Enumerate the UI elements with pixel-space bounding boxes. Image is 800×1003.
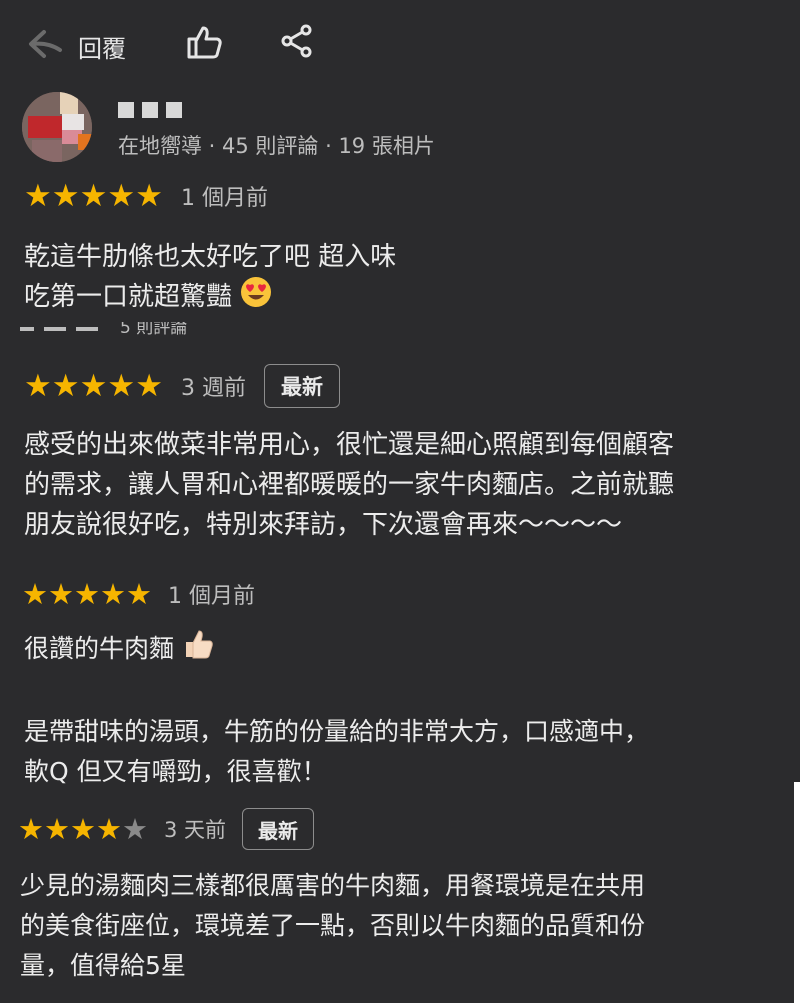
star-filled-icon: ★ (70, 811, 96, 846)
star-filled-icon: ★ (79, 177, 108, 214)
star-filled-icon: ★ (18, 811, 44, 846)
thumbs-up-icon (186, 24, 224, 64)
back-button[interactable]: 回覆 (26, 28, 126, 64)
review-3-line: 是帶甜味的湯頭，牛筋的份量給的非常大方，口感適中， (24, 717, 650, 746)
star-filled-icon: ★ (22, 576, 48, 611)
review-2-rating-row: ★ ★ ★ ★ ★ 3 週前 最新 (24, 364, 340, 408)
star-filled-icon: ★ (107, 367, 136, 404)
review-1-time: 1 個月前 (180, 186, 268, 211)
star-filled-icon: ★ (107, 177, 136, 214)
star-filled-icon: ★ (79, 367, 108, 404)
review-2-line: 朋友說很好吃，特別來拜訪，下次還會再來～～～～ (24, 510, 623, 540)
top-toolbar: 回覆 (0, 0, 800, 86)
review-4-newest-badge: 最新 (242, 808, 315, 850)
review-2-line: 的需求，讓人胃和心裡都暖暖的一家牛肉麵店。之前就聽 (24, 470, 675, 500)
like-button[interactable] (186, 24, 224, 64)
review-1-rating-row: ★ ★ ★ ★ ★ 1 個月前 (24, 180, 268, 212)
review-4-body: 少見的湯麵肉三樣都很厲害的牛肉麵，用餐環境是在共用 的美食街座位，環境差了一點，… (20, 866, 645, 986)
review-4-time: 3 天前 (164, 818, 227, 842)
reviewer-meta: 在地嚮導 · 45 則評論 · 19 張相片 (118, 134, 435, 158)
star-filled-icon: ★ (126, 576, 152, 611)
star-filled-icon: ★ (51, 177, 80, 214)
reviewer-name-redacted (118, 102, 182, 118)
review-3-time: 1 個月前 (168, 584, 255, 609)
reply-label[interactable]: 回覆 (78, 29, 126, 64)
star-empty-icon: ★ (122, 811, 148, 846)
cut-off-reviewer-row: 5 則評論 (20, 322, 260, 336)
heart-eyes-emoji-icon (240, 276, 272, 319)
cut-off-meta: 5 則評論 (120, 322, 188, 336)
review-3-line: 軟Q 但又有嚼勁，很喜歡！ (24, 757, 327, 786)
star-filled-icon: ★ (96, 811, 122, 846)
review-3-stars: ★ ★ ★ ★ ★ (22, 576, 152, 611)
review-3-body: 很讚的牛肉麵 是帶甜味的湯頭，牛筋的份量給的非常大方，口感適中， 軟Q 但又有嚼… (24, 628, 649, 792)
star-filled-icon: ★ (51, 367, 80, 404)
review-3-line-with-emoji: 很讚的牛肉麵 (24, 628, 649, 672)
review-1-body: 乾這牛肋條也太好吃了吧 超入味 吃第一口就超驚豔 (24, 238, 396, 319)
star-filled-icon: ★ (48, 576, 74, 611)
review-1-line: 乾這牛肋條也太好吃了吧 超入味 (24, 242, 397, 272)
reviewer-avatar[interactable] (22, 92, 92, 162)
review-4-line: 的美食街座位，環境差了一點，否則以牛肉麵的品質和份 (20, 911, 646, 940)
review-4-line: 少見的湯麵肉三樣都很厲害的牛肉麵，用餐環境是在共用 (20, 871, 646, 900)
star-filled-icon: ★ (24, 177, 52, 214)
review-2-stars: ★ ★ ★ ★ ★ (24, 367, 163, 404)
review-1-line-with-emoji: 吃第一口就超驚豔 (24, 276, 396, 319)
back-arrow-icon (26, 28, 66, 64)
star-filled-icon: ★ (24, 367, 52, 404)
star-filled-icon: ★ (135, 177, 163, 214)
edge-strip (794, 782, 800, 1003)
review-3-rating-row: ★ ★ ★ ★ ★ 1 個月前 (22, 578, 255, 610)
review-4-line: 量，值得給5星 (20, 951, 186, 980)
star-filled-icon: ★ (74, 576, 100, 611)
review-2-line: 感受的出來做菜非常用心，很忙還是細心照顧到每個顧客 (24, 430, 675, 460)
review-4-stars: ★ ★ ★ ★ ★ (18, 811, 148, 846)
review-1-stars: ★ ★ ★ ★ ★ (24, 177, 163, 214)
review-2-newest-badge: 最新 (263, 364, 340, 408)
review-2-time: 3 週前 (180, 376, 246, 401)
star-filled-icon: ★ (44, 811, 70, 846)
thumbs-up-emoji-icon (182, 628, 214, 672)
review-2-body: 感受的出來做菜非常用心，很忙還是細心照顧到每個顧客 的需求，讓人胃和心裡都暖暖的… (24, 425, 674, 545)
share-button[interactable] (280, 24, 314, 62)
star-filled-icon: ★ (100, 576, 126, 611)
star-filled-icon: ★ (135, 367, 163, 404)
share-icon (280, 24, 314, 62)
review-4-rating-row: ★ ★ ★ ★ ★ 3 天前 最新 (18, 808, 315, 850)
